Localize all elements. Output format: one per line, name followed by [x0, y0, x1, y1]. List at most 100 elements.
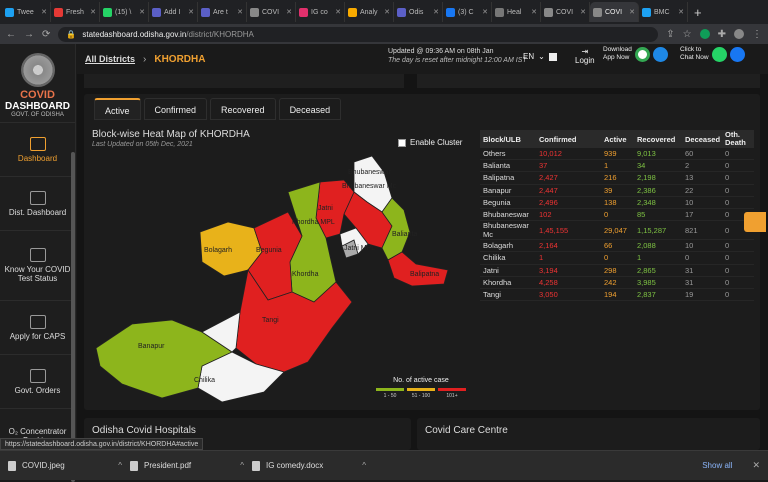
tab-label: (15) \	[115, 8, 132, 16]
tab-close-icon[interactable]: ✕	[482, 8, 488, 16]
browser-tab[interactable]: Odis ✕	[394, 2, 443, 22]
browser-tab[interactable]: Add I ✕	[149, 2, 198, 22]
tab-confirmed[interactable]: Confirmed	[143, 98, 208, 120]
browser-tab[interactable]: Twee ✕	[2, 2, 51, 22]
puzzle-icon[interactable]: ✚	[718, 29, 726, 40]
show-all-button[interactable]: Show all	[702, 461, 732, 470]
sidebar-item-dashboard[interactable]: Dashboard	[0, 122, 75, 176]
new-tab-button[interactable]: +	[694, 5, 702, 20]
header-active[interactable]: Active	[604, 135, 637, 144]
google-play-icon[interactable]	[634, 46, 650, 62]
logo[interactable]: COVID DASHBOARD GOVT. OF ODISHA	[0, 44, 75, 122]
header-block[interactable]: Block/ULB	[483, 135, 539, 144]
share-icon[interactable]	[744, 212, 766, 232]
browser-tab[interactable]: IG co ✕	[296, 2, 345, 22]
url-field[interactable]: 🔒 statedashboard.odisha.gov.in/district/…	[58, 26, 659, 42]
bookmark-star-icon[interactable]: ☆	[683, 29, 692, 40]
tab-close-icon[interactable]: ✕	[237, 8, 243, 16]
header-confirmed[interactable]: Confirmed	[539, 135, 604, 144]
header-oth-death[interactable]: Oth. Death	[725, 131, 757, 147]
reload-icon[interactable]: ⟳	[42, 29, 50, 40]
sidebar-item-test-status[interactable]: Know Your COVID Test Status	[0, 230, 75, 300]
tab-active[interactable]: Active	[94, 98, 141, 120]
download-item[interactable]: IG comedy.docx ^	[252, 460, 374, 471]
table-row[interactable]: Bolagarh 2,164 66 2,088 10 0	[480, 240, 754, 253]
table-row[interactable]: Balianta 37 1 34 2 0	[480, 160, 754, 173]
theme-toggle-icon[interactable]	[548, 52, 557, 61]
whatsapp-icon[interactable]	[711, 46, 727, 62]
browser-tab[interactable]: Heal ✕	[492, 2, 541, 22]
table-row[interactable]: Begunia 2,496 138 2,348 10 0	[480, 197, 754, 209]
browser-tab[interactable]: COVI ✕	[247, 2, 296, 22]
tab-label: Heal	[507, 8, 522, 16]
tab-close-icon[interactable]: ✕	[629, 8, 635, 16]
browser-tab[interactable]: BMC ✕	[639, 2, 688, 22]
table-row[interactable]: Bhubaneswar Mc 1,45,155 29,047 1,15,287 821 0	[480, 221, 754, 241]
care-centre-card: Covid Care Centre	[417, 418, 760, 450]
tab-label: BMC	[654, 8, 670, 16]
tab-close-icon[interactable]: ✕	[90, 8, 96, 16]
share-page-icon[interactable]: ⇪	[666, 29, 674, 40]
table-cell: 0	[725, 253, 730, 263]
sidebar-item-govt-orders[interactable]: Govt. Orders	[0, 354, 75, 408]
table-row[interactable]: Balipatna 2,427 216 2,198 13 0	[480, 172, 754, 185]
enable-cluster-checkbox[interactable]: Enable Cluster	[398, 138, 462, 147]
table-row[interactable]: Tangi 3,050 194 2,837 19 0	[480, 289, 754, 302]
table-row[interactable]: Others 10,012 939 9,013 60 0	[480, 148, 754, 161]
browser-tab[interactable]: (3) C ✕	[443, 2, 492, 22]
table-cell: 939	[604, 149, 617, 159]
login-button[interactable]: ⇥ Login	[575, 47, 595, 65]
tab-close-icon[interactable]: ✕	[678, 8, 684, 16]
table-row[interactable]: Bhubaneswar 102 0 85 17 0	[480, 209, 754, 222]
tab-close-icon[interactable]: ✕	[580, 8, 586, 16]
header-recovered[interactable]: Recovered	[637, 135, 685, 144]
back-icon[interactable]: ←	[6, 29, 16, 40]
forward-icon[interactable]: →	[24, 29, 34, 40]
browser-tab[interactable]: Are t ✕	[198, 2, 247, 22]
messenger-icon[interactable]	[729, 46, 745, 62]
table-cell: 2,496	[539, 197, 558, 207]
tab-close-icon[interactable]: ✕	[433, 8, 439, 16]
chevron-up-icon[interactable]: ^	[362, 461, 366, 470]
tab-close-icon[interactable]: ✕	[41, 8, 47, 16]
sidebar-item-dist-dashboard[interactable]: Dist. Dashboard	[0, 176, 75, 230]
download-item[interactable]: President.pdf ^	[130, 460, 252, 471]
table-cell: 1	[539, 253, 544, 263]
map-region-balipatna[interactable]	[387, 251, 449, 287]
browser-tab[interactable]: COVI ✕	[541, 2, 590, 22]
app-store-icon[interactable]	[652, 46, 668, 62]
tab-close-icon[interactable]: ✕	[531, 8, 537, 16]
sidebar-scrollbar[interactable]	[71, 152, 75, 482]
tab-close-icon[interactable]: ✕	[139, 8, 145, 16]
tab-close-icon[interactable]: ✕	[335, 8, 341, 16]
language-selector[interactable]: EN ⌄	[523, 52, 557, 61]
tab-close-icon[interactable]: ✕	[384, 8, 390, 16]
tab-recovered[interactable]: Recovered	[210, 98, 276, 120]
profile-avatar[interactable]	[734, 29, 744, 39]
browser-tab[interactable]: Analy ✕	[345, 2, 394, 22]
chevron-down-icon: ⌄	[538, 52, 545, 61]
table-row[interactable]: Jatni 3,194 298 2,865 31 0	[480, 265, 754, 277]
tab-deceased[interactable]: Deceased	[278, 98, 342, 120]
browser-tab[interactable]: Fresh ✕	[51, 2, 100, 22]
table-row[interactable]: Khordha 4,258 242 3,985 31 0	[480, 277, 754, 289]
extension-icon[interactable]	[699, 29, 710, 39]
table-cell: 0	[604, 210, 609, 220]
chevron-up-icon[interactable]: ^	[118, 461, 122, 470]
download-label-2: App Now	[603, 54, 630, 61]
tab-close-icon[interactable]: ✕	[286, 8, 292, 16]
chevron-up-icon[interactable]: ^	[240, 461, 244, 470]
checkbox-box[interactable]	[398, 138, 406, 147]
sidebar-item-caps[interactable]: Apply for CAPS	[0, 300, 75, 354]
table-row[interactable]: Chilika 1 0 1 0 0	[480, 252, 754, 265]
browser-tab[interactable]: (15) \ ✕	[100, 2, 149, 22]
menu-kebab-icon[interactable]: ⋮	[752, 29, 762, 40]
download-item[interactable]: COVID.jpeg ^	[8, 460, 130, 471]
header-deceased[interactable]: Deceased	[685, 135, 725, 144]
tab-close-icon[interactable]: ✕	[188, 8, 194, 16]
close-icon[interactable]: ✕	[752, 460, 760, 471]
browser-tab[interactable]: COVI ✕	[590, 2, 639, 22]
table-row[interactable]: Banapur 2,447 39 2,386 22 0	[480, 185, 754, 197]
download-filename: President.pdf	[144, 461, 192, 470]
breadcrumb-all-districts[interactable]: All Districts	[85, 54, 135, 64]
